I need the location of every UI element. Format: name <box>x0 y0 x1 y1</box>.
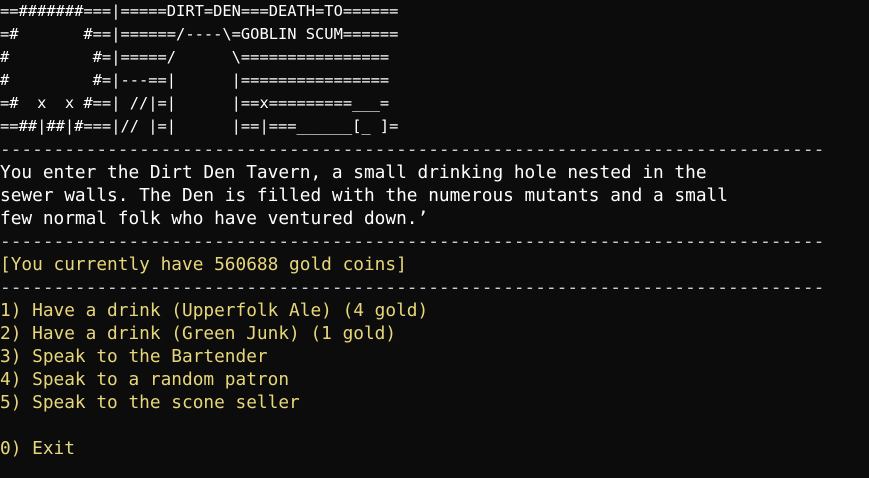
separator: ----------------------------------------… <box>0 231 825 252</box>
menu-option-speak-bartender[interactable]: 3) Speak to the Bartender <box>0 345 869 368</box>
description-line: You enter the Dirt Den Tavern, a small d… <box>0 162 707 183</box>
menu-option-speak-scone-seller[interactable]: 5) Speak to the scone seller <box>0 391 869 414</box>
description-line: few normal folk who have ventured down.’ <box>0 208 429 229</box>
gold-status: [You currently have 560688 gold coins] <box>0 254 407 275</box>
menu-option-exit[interactable]: 0) Exit <box>0 437 869 460</box>
banner-line: =# x x #==| //|=| |==x=========___= <box>0 94 390 112</box>
description-line: sewer walls. The Den is filled with the … <box>0 185 728 206</box>
menu-option-drink-green-junk[interactable]: 2) Have a drink (Green Junk) (1 gold) <box>0 322 869 345</box>
menu-option-drink-ale[interactable]: 1) Have a drink (Upperfolk Ale) (4 gold) <box>0 299 869 322</box>
banner-line: =# #==|======/----\=GOBLIN SCUM====== <box>0 25 399 43</box>
menu: 1) Have a drink (Upperfolk Ale) (4 gold)… <box>0 299 869 460</box>
banner-line: ==#######===|=====DIRT=DEN===DEATH=TO===… <box>0 2 399 20</box>
location-description: You enter the Dirt Den Tavern, a small d… <box>0 161 869 230</box>
separator: ----------------------------------------… <box>0 139 825 160</box>
terminal-window: ==#######===|=====DIRT=DEN===DEATH=TO===… <box>0 0 869 478</box>
ascii-banner: ==#######===|=====DIRT=DEN===DEATH=TO===… <box>0 0 869 138</box>
separator: ----------------------------------------… <box>0 277 825 298</box>
banner-line: # #=|---==| |================ <box>0 71 390 89</box>
menu-spacer <box>0 414 869 437</box>
menu-option-speak-patron[interactable]: 4) Speak to a random patron <box>0 368 869 391</box>
banner-line: ==##|##|#===|// |=| |==|===______[_ ]= <box>0 117 399 135</box>
banner-line: # #=|=====/ \================ <box>0 48 390 66</box>
